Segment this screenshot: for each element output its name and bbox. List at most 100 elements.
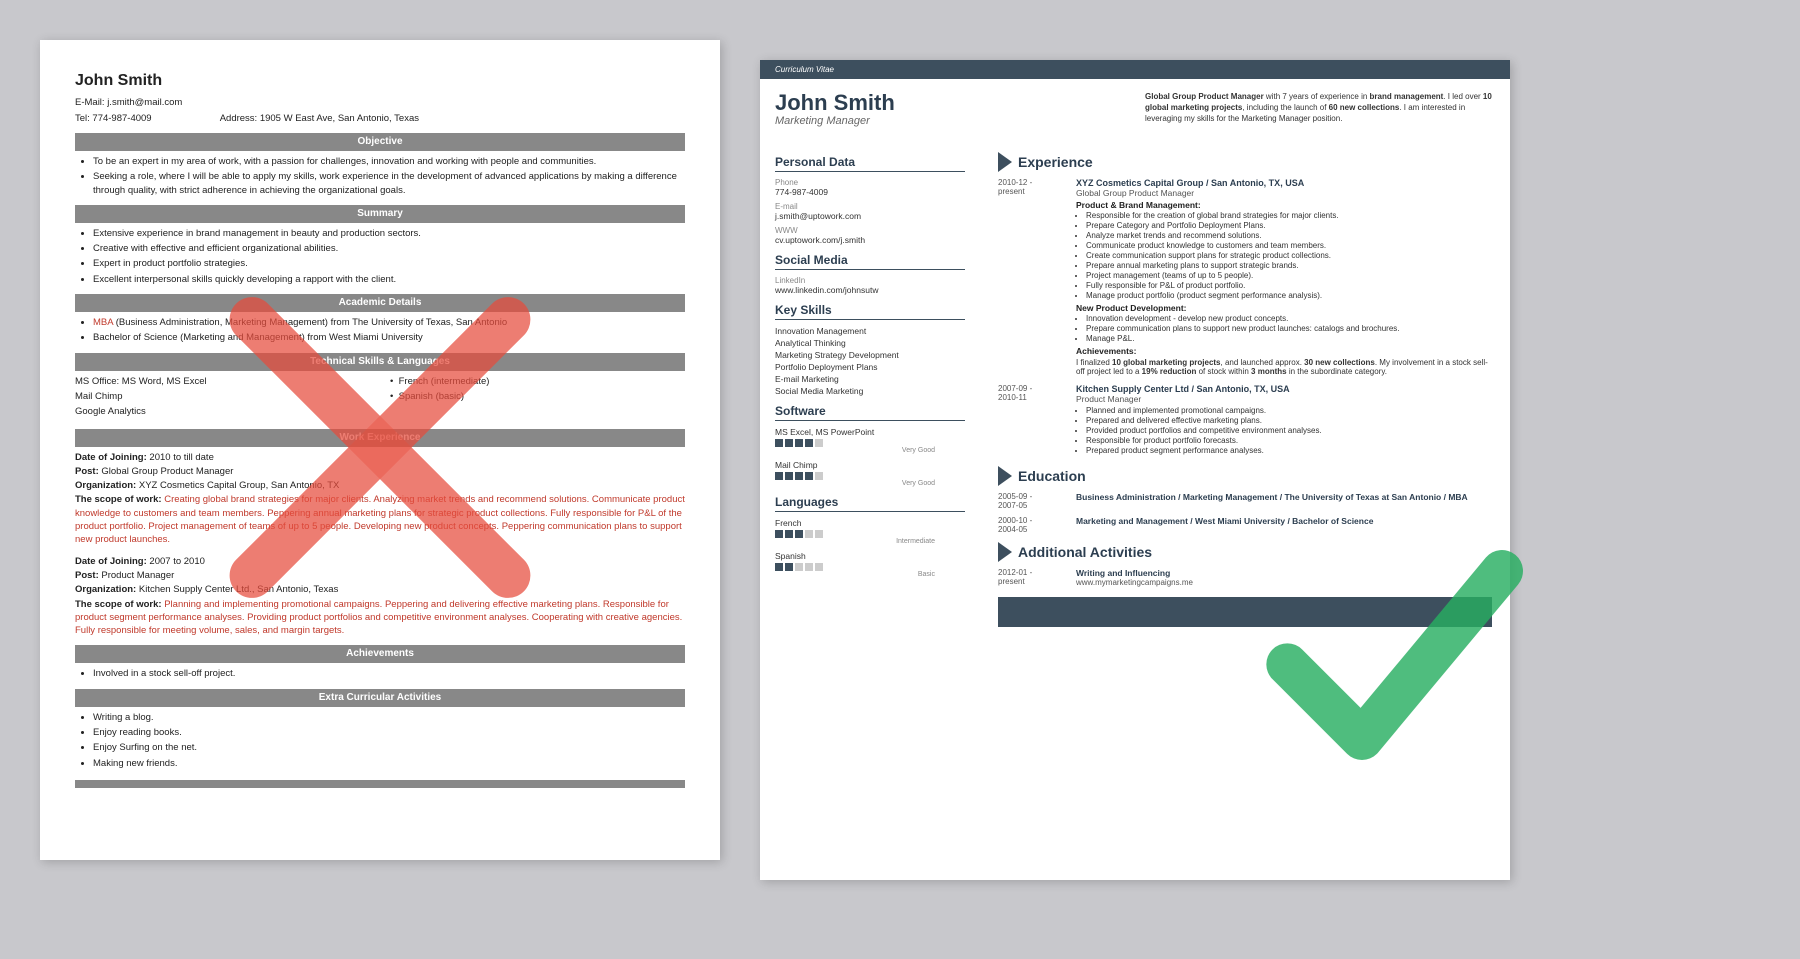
www-label: WWW [775,226,965,235]
exp-section: New Product Development: [1076,303,1492,313]
cv-label: Curriculum Vitae [775,65,834,74]
exp-title: Global Group Product Manager [1076,188,1492,198]
left-panel: Personal Data Phone 774-987-4009 E-mail … [760,132,980,642]
list-item: Extensive experience in brand management… [93,227,685,240]
summary-section: Global Group Product Manager with 7 year… [1125,91,1495,132]
activity-title: Writing and Influencing [1076,568,1492,578]
skill-item: E-mail Marketing [775,374,965,384]
list-item: Manage product portfolio (product segmen… [1086,291,1492,300]
left-tel: Tel: 774-987-4009 Address: 1905 W East A… [75,112,685,125]
right-bottom-bar [998,597,1492,627]
list-item: Provided product portfolios and competit… [1086,426,1492,435]
list-item: Seeking a role, where I will be able to … [93,170,685,197]
list-item: Innovation development - develop new pro… [1086,314,1492,323]
list-item: Responsible for product portfolio foreca… [1086,436,1492,445]
list-item: Excellent interpersonal skills quickly d… [93,273,685,286]
software-item: Mail Chimp Very Good [775,460,965,487]
exp-achievements: I finalized 10 global marketing projects… [1076,358,1492,376]
www-value: cv.uptowork.com/j.smith [775,235,965,245]
list-item: Planned and implemented promotional camp… [1086,406,1492,415]
activity-url: www.mymarketingcampaigns.me [1076,578,1492,587]
academic-header: Academic Details [75,294,685,312]
edu-degree: Business Administration / Marketing Mana… [1076,492,1492,502]
list-item: Involved in a stock sell-off project. [93,667,685,680]
right-name: John Smith [775,91,1125,115]
software-title: Software [775,404,965,421]
linkedin-label: LinkedIn [775,276,965,285]
exp-entry: 2007-09 -2010-11 Kitchen Supply Center L… [998,384,1492,458]
work-date: Date of Joining: 2007 to 2010 [75,555,685,568]
skill-item: Portfolio Deployment Plans [775,362,965,372]
list-item: Project management (teams of up to 5 peo… [1086,271,1492,280]
work-scope: The scope of work: Creating global brand… [75,493,685,546]
technical-cols: MS Office: MS Word, MS Excel Mail Chimp … [75,375,685,421]
objective-header: Objective [75,133,685,151]
right-panel: Experience 2010-12 -present XYZ Cosmetic… [980,132,1510,642]
edu-date: 2000-10 -2004-05 [998,516,1068,534]
software-item: MS Excel, MS PowerPoint Very Good [775,427,965,454]
list-item: Writing a blog. [93,711,685,724]
work-entry: Date of Joining: 2007 to 2010 Post: Prod… [75,555,685,638]
lang-item: • French (intermediate) [390,375,685,388]
list-item: Prepared product segment performance ana… [1086,446,1492,455]
list-item: Communicate product knowledge to custome… [1086,241,1492,250]
email-value: j.smith@uptowork.com [775,211,965,221]
work-date: Date of Joining: 2010 to till date [75,451,685,464]
edu-degree: Marketing and Management / West Miami Un… [1076,516,1492,526]
personal-data-title: Personal Data [775,155,965,172]
work-post: Post: Global Group Product Manager [75,465,685,478]
exp-section: Achievements: [1076,346,1492,356]
list-item: Analyze market trends and recommend solu… [1086,231,1492,240]
technical-header: Technical Skills & Languages [75,353,685,371]
summary-header: Summary [75,205,685,223]
list-item: Enjoy Surfing on the net. [93,741,685,754]
email-label: E-mail [775,202,965,211]
edu-arrow-icon [998,466,1012,486]
skill-item: Analytical Thinking [775,338,965,348]
list-item: Responsible for the creation of global b… [1086,211,1492,220]
header-section: John Smith Marketing Manager Global Grou… [760,79,1510,132]
achievements-list: Involved in a stock sell-off project. [75,667,685,680]
list-item: Prepare communication plans to support n… [1086,324,1492,333]
list-item: Fully responsible for P&L of product por… [1086,281,1492,290]
tech-item: Google Analytics [75,405,370,418]
exp-company: Kitchen Supply Center Ltd / San Antonio,… [1076,384,1492,394]
work-org: Organization: Kitchen Supply Center Ltd.… [75,583,685,596]
work-entry: Date of Joining: 2010 to till date Post:… [75,451,685,547]
list-item: Expert in product portfolio strategies. [93,257,685,270]
list-item: Enjoy reading books. [93,726,685,739]
phone-label: Phone [775,178,965,187]
extra-list: Writing a blog. Enjoy reading books. Enj… [75,711,685,770]
social-title: Social Media [775,253,965,270]
work-header: Work Experience [75,429,685,447]
activities-arrow-icon [998,542,1012,562]
exp-title: Product Manager [1076,394,1492,404]
right-subtitle: Marketing Manager [775,115,1125,127]
main-columns: Personal Data Phone 774-987-4009 E-mail … [760,132,1510,642]
work-post: Post: Product Manager [75,569,685,582]
left-name: John Smith [75,70,685,92]
languages-title: Languages [775,495,965,512]
left-email: E-Mail: j.smith@mail.com [75,96,685,109]
linkedin-value: www.linkedin.com/johnsutw [775,285,965,295]
edu-entry: 2000-10 -2004-05 Marketing and Managemen… [998,516,1492,534]
work-scope: The scope of work: Planning and implemen… [75,598,685,638]
bad-resume: John Smith E-Mail: j.smith@mail.com Tel:… [40,40,720,860]
list-item: Making new friends. [93,757,685,770]
exp-entry: 2010-12 -present XYZ Cosmetics Capital G… [998,178,1492,376]
skills-title: Key Skills [775,303,965,320]
tech-item: Mail Chimp [75,390,370,403]
list-item: Prepared and delivered effective marketi… [1086,416,1492,425]
edu-entry: 2005-09 -2007-05 Business Administration… [998,492,1492,510]
extra-header: Extra Curricular Activities [75,689,685,707]
skill-item: Innovation Management [775,326,965,336]
edu-date: 2005-09 -2007-05 [998,492,1068,510]
lang-item: • Spanish (basic) [390,390,685,403]
list-item: Create communication support plans for s… [1086,251,1492,260]
language-item: French Intermediate [775,518,965,545]
skill-item: Marketing Strategy Development [775,350,965,360]
skill-item: Social Media Marketing [775,386,965,396]
exp-company: XYZ Cosmetics Capital Group / San Antoni… [1076,178,1492,188]
bottom-bar [75,780,685,788]
exp-date: 2010-12 -present [998,178,1068,376]
